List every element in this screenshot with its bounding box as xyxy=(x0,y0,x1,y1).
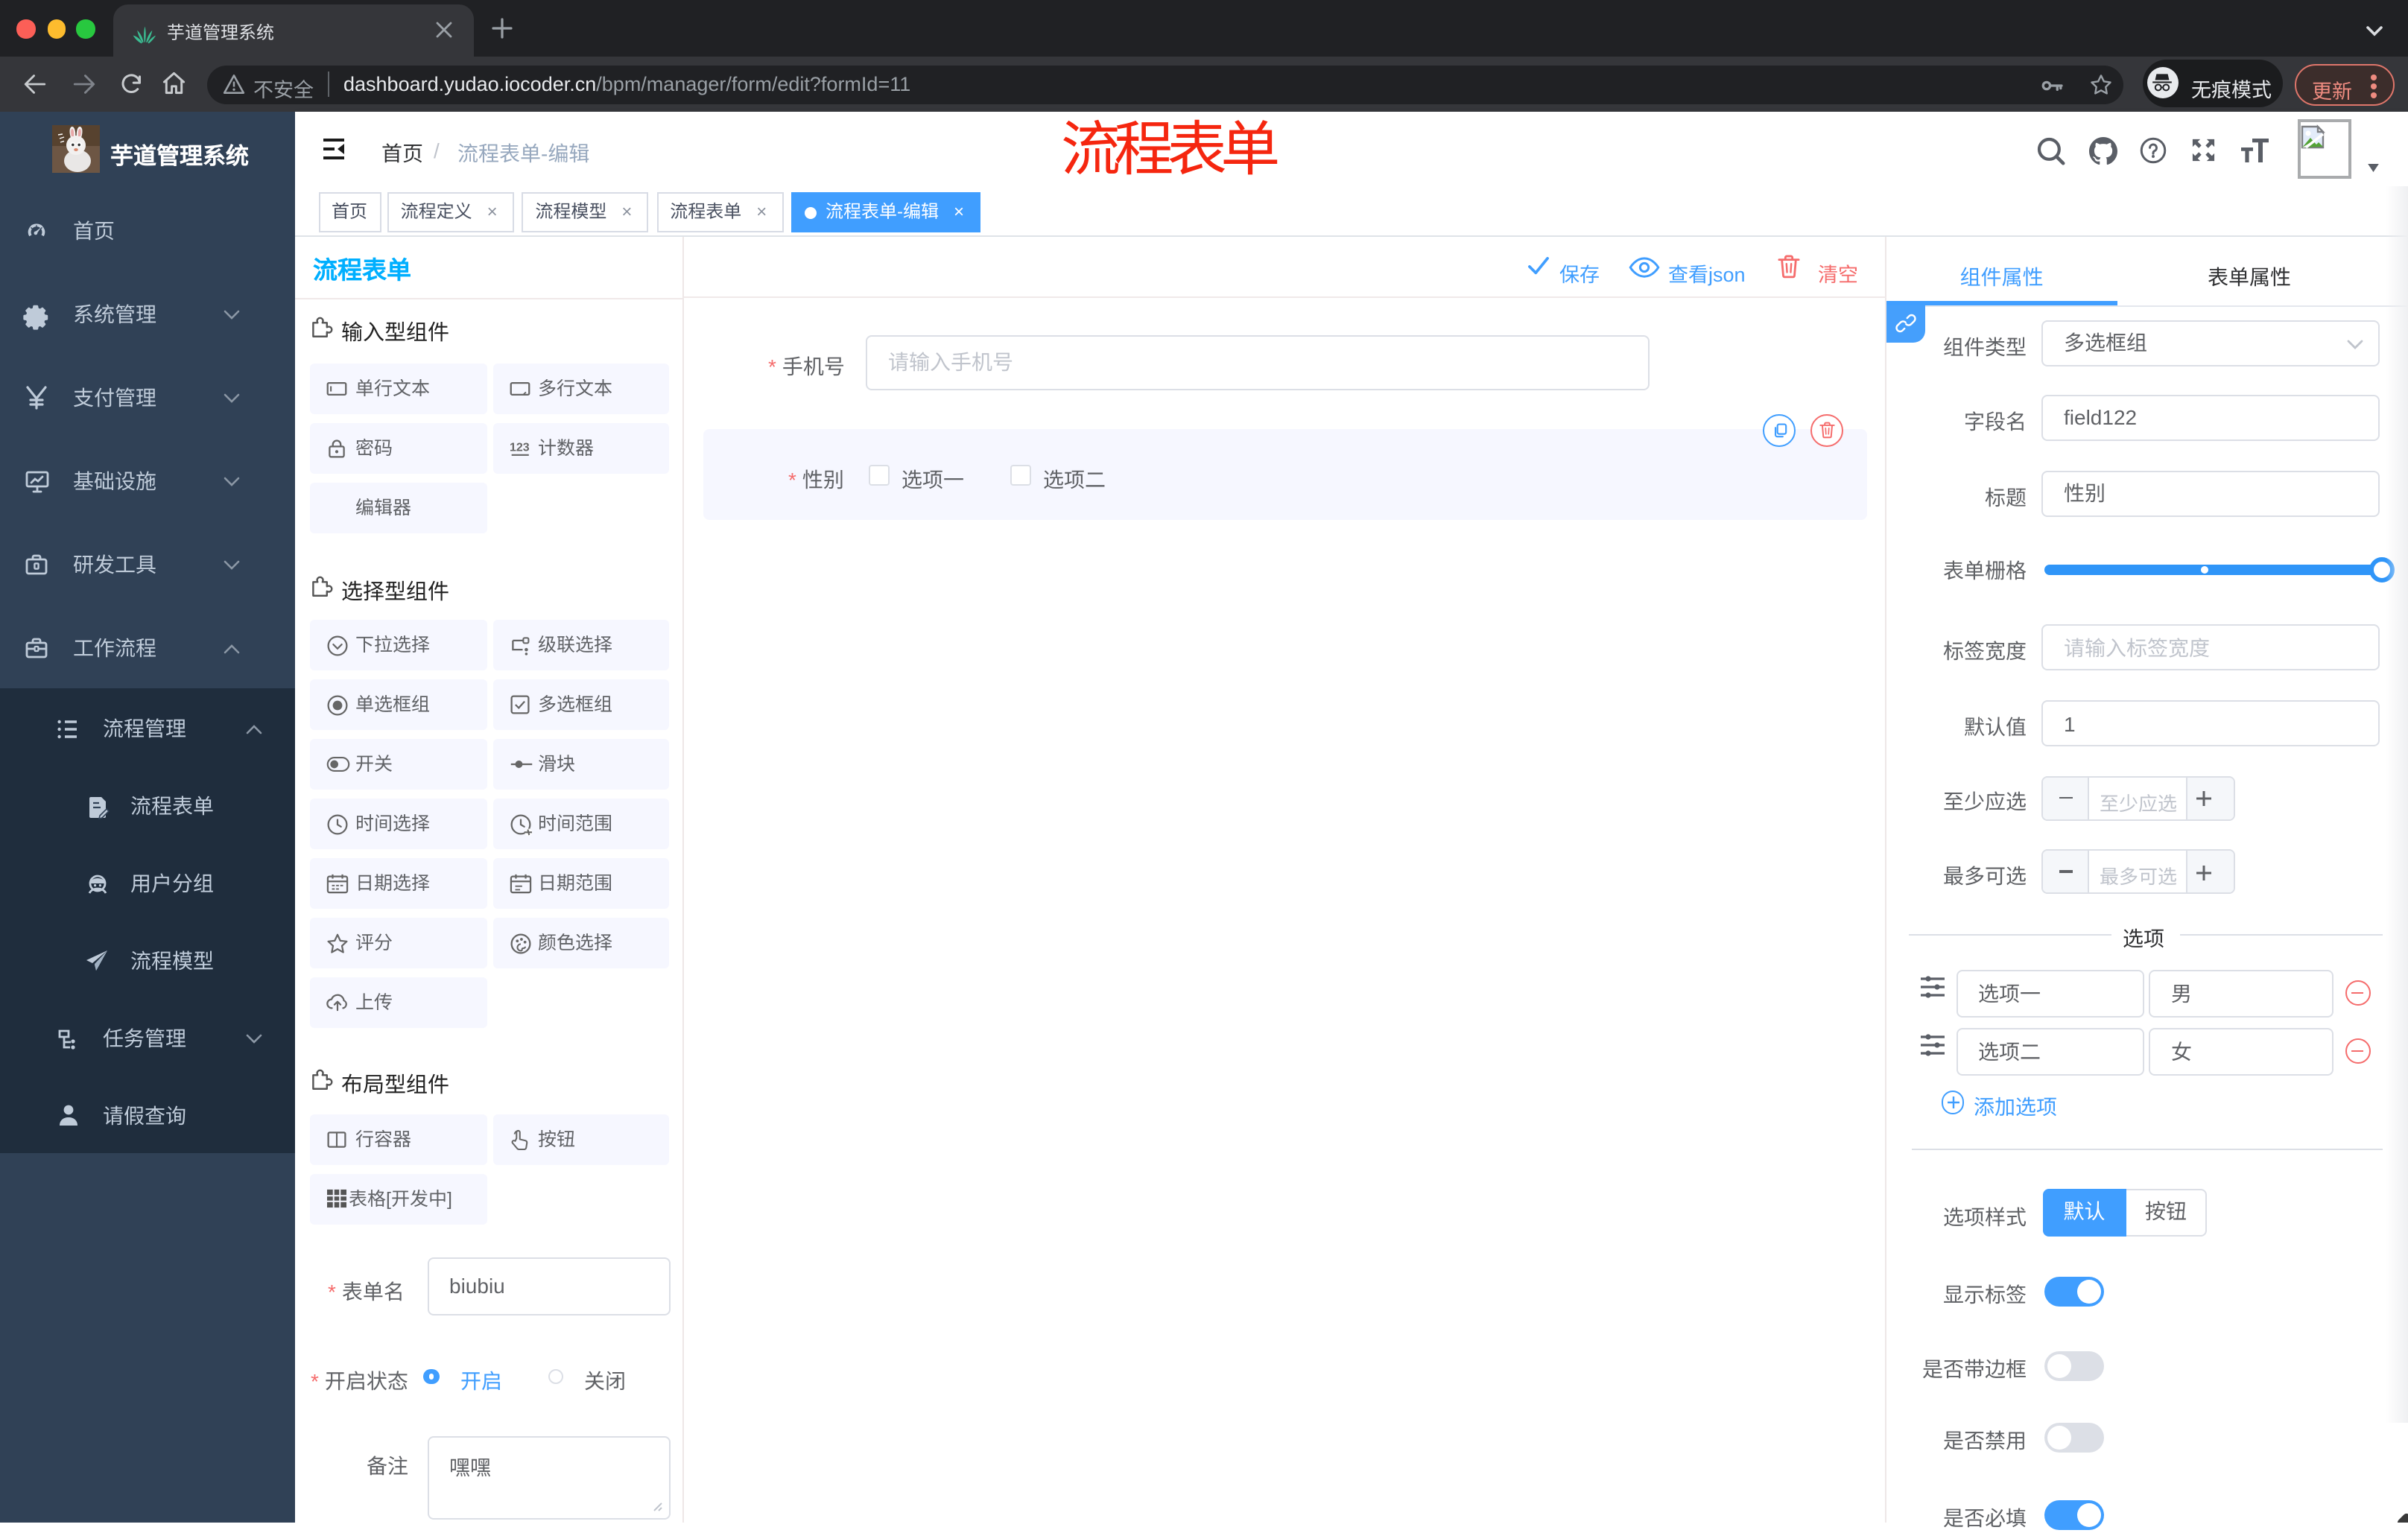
svg-text:123: 123 xyxy=(509,442,529,454)
